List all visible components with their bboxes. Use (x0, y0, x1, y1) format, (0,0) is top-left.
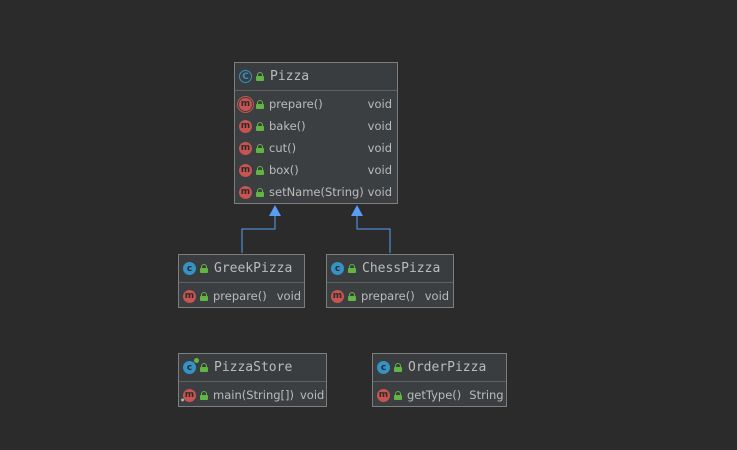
static-method-icon: m • (180, 388, 196, 405)
method-signature: prepare() (213, 289, 267, 303)
abstract-class-icon: C (239, 70, 252, 83)
method-signature: box() (269, 163, 299, 177)
class-name: ChessPizza (362, 261, 441, 276)
method-row[interactable]: m • main(String[]) void (179, 384, 326, 406)
class-header-pizzastore: c PizzaStore (179, 354, 326, 382)
arrowhead-chesspizza (351, 205, 363, 216)
class-name: OrderPizza (408, 360, 487, 375)
method-return-type: void (300, 388, 325, 402)
public-lock-icon (256, 187, 264, 197)
method-row[interactable]: m cut() void (235, 137, 397, 159)
class-box-orderpizza[interactable]: c OrderPizza m getType() String (372, 353, 507, 407)
class-name: GreekPizza (214, 261, 293, 276)
edge-greekpizza-to-pizza (241, 215, 276, 253)
method-signature: prepare() (361, 289, 415, 303)
class-header-orderpizza: c OrderPizza (373, 354, 506, 382)
method-return-type: String (469, 388, 504, 402)
class-header-chesspizza: c ChessPizza (327, 255, 453, 283)
public-lock-icon (200, 390, 208, 400)
method-row[interactable]: m setName(String) void (235, 181, 397, 203)
method-icon: m (239, 141, 252, 155)
public-lock-icon (348, 291, 356, 301)
method-return-type: void (367, 141, 392, 155)
method-return-type: void (424, 289, 450, 303)
method-icon: m (239, 163, 252, 177)
method-return-type: void (367, 119, 392, 133)
method-signature: setName(String) (269, 185, 364, 199)
method-return-type: void (276, 289, 302, 303)
method-row[interactable]: m box() void (235, 159, 397, 181)
public-lock-icon (394, 390, 402, 400)
class-icon: c (377, 361, 390, 374)
public-lock-icon (256, 121, 264, 131)
class-icon: c (183, 262, 196, 275)
class-box-pizza[interactable]: C Pizza m prepare() void m bake() void m… (234, 62, 398, 204)
method-signature: prepare() (269, 97, 323, 111)
public-lock-icon (256, 72, 264, 81)
edge-chesspizza-to-pizza (356, 215, 391, 253)
public-lock-icon (256, 165, 264, 175)
public-lock-icon (394, 363, 402, 372)
method-row[interactable]: m prepare() void (327, 285, 453, 307)
method-row[interactable]: m bake() void (235, 115, 397, 137)
public-lock-icon (256, 143, 264, 153)
class-box-chesspizza[interactable]: c ChessPizza m prepare() void (326, 254, 454, 308)
arrowhead-greekpizza (269, 205, 281, 216)
public-lock-icon (200, 363, 208, 372)
static-marker-icon: • (180, 395, 186, 405)
class-box-greekpizza[interactable]: c GreekPizza m prepare() void (178, 254, 305, 308)
method-icon: m (183, 289, 196, 303)
abstract-method-icon: m (237, 95, 254, 113)
class-icon: c (331, 262, 344, 275)
method-row[interactable]: m prepare() void (179, 285, 304, 307)
class-header-pizza: C Pizza (235, 63, 397, 91)
method-signature: bake() (269, 119, 306, 133)
class-name: Pizza (270, 69, 310, 84)
runnable-class-icon: c (183, 358, 199, 374)
method-icon: m (239, 185, 252, 199)
class-name: PizzaStore (214, 360, 293, 375)
method-icon: m (377, 388, 390, 402)
method-signature: cut() (269, 141, 297, 155)
method-signature: getType() (407, 388, 462, 402)
run-badge-icon (194, 358, 199, 363)
method-return-type: void (367, 97, 392, 111)
method-icon: m (239, 119, 252, 133)
public-lock-icon (348, 264, 356, 273)
public-lock-icon (256, 99, 264, 109)
class-box-pizzastore[interactable]: c PizzaStore m • main(String[]) void (178, 353, 327, 407)
method-row[interactable]: m getType() String (373, 384, 506, 406)
method-return-type: void (367, 163, 392, 177)
method-signature: main(String[]) (213, 388, 294, 402)
class-header-greekpizza: c GreekPizza (179, 255, 304, 283)
public-lock-icon (200, 291, 208, 301)
method-return-type: void (367, 185, 392, 199)
method-row[interactable]: m prepare() void (235, 93, 397, 115)
public-lock-icon (200, 264, 208, 273)
method-icon: m (331, 289, 344, 303)
